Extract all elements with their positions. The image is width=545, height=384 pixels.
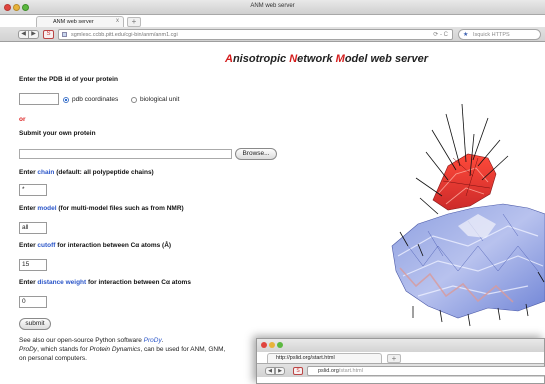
- footnote-prody-desc: ProDy, which stands for Protein Dynamics…: [19, 346, 226, 353]
- submit-own-label: Submit your own protein: [19, 130, 96, 137]
- cutoff-label: Enter cutoff for interaction between Cα …: [19, 242, 172, 249]
- radio-biological-unit[interactable]: [131, 97, 137, 103]
- tab-label: ANM web server: [53, 19, 94, 25]
- radio-bio-label: biological unit: [140, 96, 180, 103]
- or-separator: or: [19, 116, 26, 123]
- distance-weight-input[interactable]: 0: [19, 296, 47, 308]
- second-new-tab-button[interactable]: +: [387, 354, 401, 363]
- second-back-button[interactable]: ◀: [265, 367, 275, 375]
- pdb-id-input[interactable]: [19, 93, 59, 105]
- cutoff-link[interactable]: cutoff: [37, 242, 55, 249]
- radio-pdb-coordinates[interactable]: [63, 97, 69, 103]
- second-stop-icon[interactable]: S: [293, 367, 303, 375]
- search-engine-icon[interactable]: ★: [463, 31, 468, 38]
- second-window-tab[interactable]: http://pslid.org/start.html: [267, 353, 382, 363]
- new-tab-button[interactable]: +: [127, 17, 141, 27]
- forward-button[interactable]: ▶: [28, 30, 39, 39]
- address-bar[interactable]: sgmlesc.ccbb.pitt.edu/cgi-bin/anm/anm1.c…: [58, 29, 453, 40]
- page-title: Anisotropic Network Model web server: [225, 53, 428, 65]
- distance-weight-label: Enter distance weight for interaction be…: [19, 279, 191, 286]
- second-zoom-button[interactable]: [277, 342, 283, 348]
- pdb-label: Enter the PDB id of your protein: [19, 76, 118, 83]
- reload-icon[interactable]: ⟳ - C: [433, 31, 448, 38]
- window-title: ANM web server: [250, 3, 295, 9]
- prody-link[interactable]: ProDy: [144, 337, 162, 344]
- stop-icon[interactable]: S: [43, 30, 54, 39]
- submit-button[interactable]: submit: [19, 318, 51, 330]
- search-placeholder: Isquick HTTPS: [473, 32, 510, 38]
- chain-input[interactable]: *: [19, 184, 47, 196]
- second-browser-window[interactable]: http://pslid.org/start.html + ◀ ▶ S psli…: [256, 338, 545, 384]
- browser-toolbar: ◀ ▶ S sgmlesc.ccbb.pitt.edu/cgi-bin/anm/…: [0, 27, 545, 42]
- model-link[interactable]: model: [37, 205, 56, 212]
- second-url-domain: pslid.org: [318, 368, 339, 374]
- chain-label: Enter chain (default: all polypeptide ch…: [19, 169, 154, 176]
- favicon-icon: [62, 32, 67, 37]
- second-window-toolbar: ◀ ▶ S pslid.org/start.html: [257, 363, 545, 377]
- second-minimize-button[interactable]: [269, 342, 275, 348]
- url-text: sgmlesc.ccbb.pitt.edu/cgi-bin/anm/anm1.c…: [71, 32, 178, 38]
- footnote-prody-desc-2: on personal computers.: [19, 355, 87, 362]
- model-input[interactable]: all: [19, 222, 47, 234]
- chain-link[interactable]: chain: [37, 169, 54, 176]
- second-address-bar[interactable]: pslid.org/start.html: [307, 366, 545, 376]
- title-bar: ANM web server: [0, 0, 545, 15]
- footnote-prody: See also our open-source Python software…: [19, 337, 164, 344]
- model-label: Enter model (for multi-model files such …: [19, 205, 184, 212]
- browse-button[interactable]: Browse...: [235, 148, 277, 160]
- close-tab-icon[interactable]: x: [116, 18, 119, 24]
- file-path-field[interactable]: [19, 149, 232, 159]
- tab-anm[interactable]: ANM web server x: [36, 16, 124, 27]
- cutoff-input[interactable]: 15: [19, 259, 47, 271]
- distance-weight-link[interactable]: distance weight: [37, 279, 86, 286]
- search-field[interactable]: ★ Isquick HTTPS: [458, 29, 541, 40]
- second-close-button[interactable]: [261, 342, 267, 348]
- molecule-render: [391, 103, 545, 327]
- second-url-path: /start.html: [338, 368, 363, 374]
- second-forward-button[interactable]: ▶: [275, 367, 285, 375]
- radio-pdb-label: pdb coordinates: [72, 96, 119, 103]
- second-window-titlebar: [257, 339, 544, 352]
